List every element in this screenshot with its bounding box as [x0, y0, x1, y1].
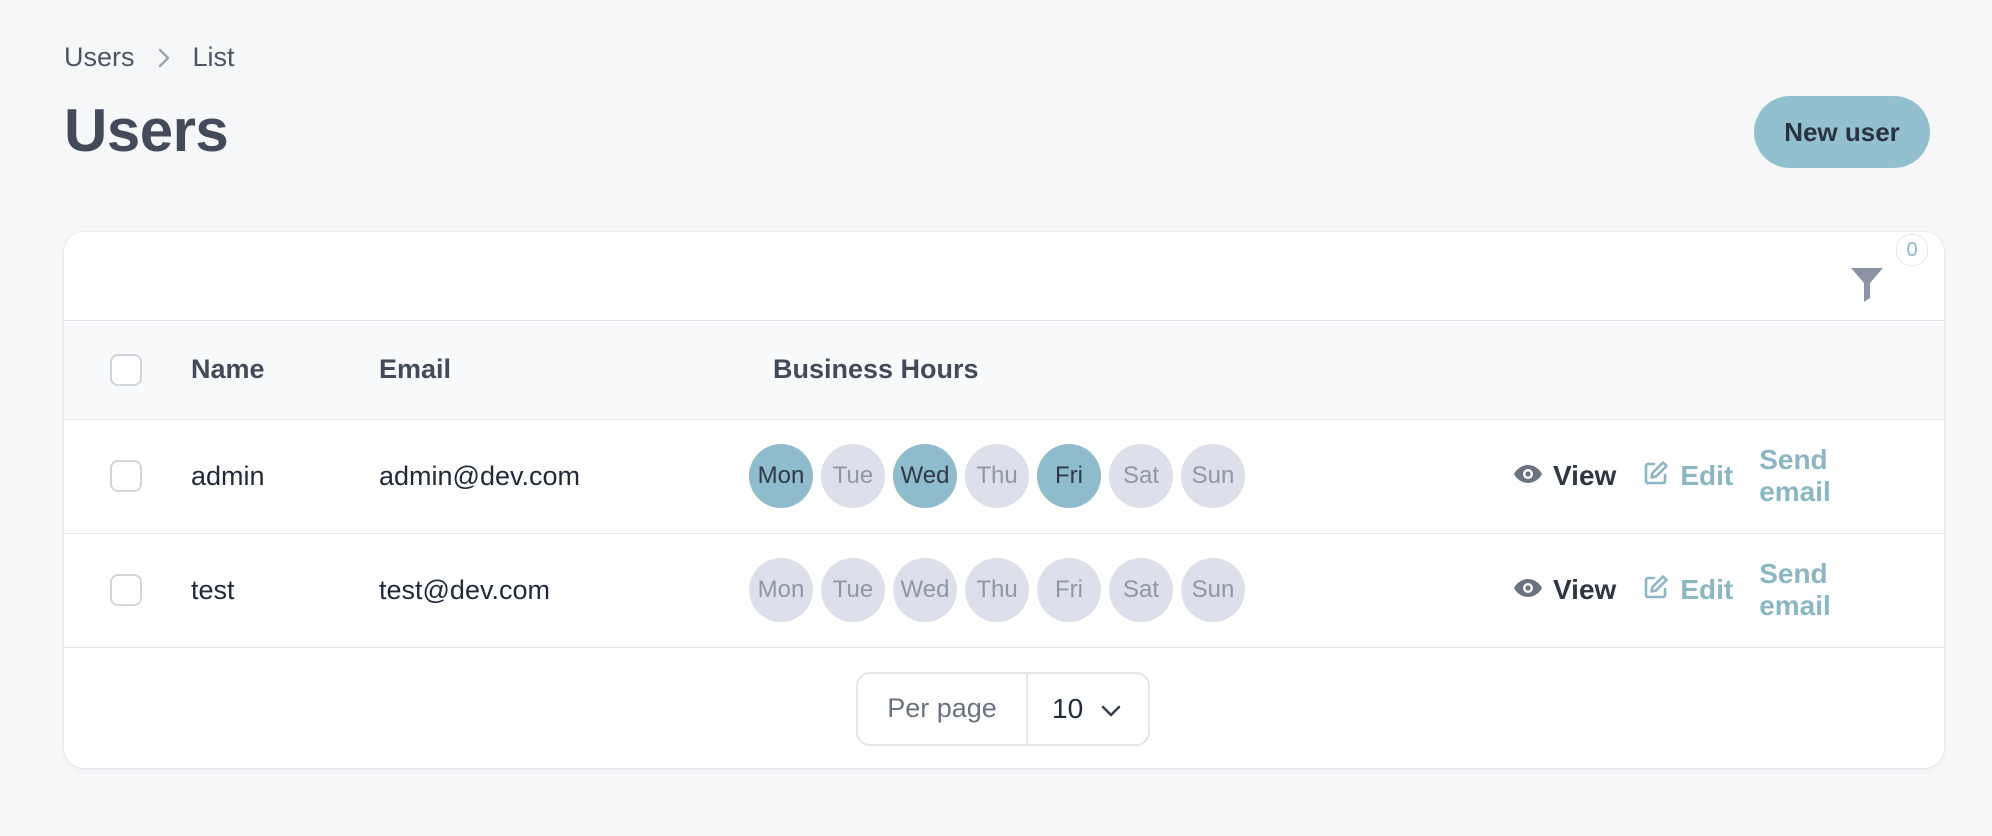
filter-count-badge: 0 — [1896, 234, 1928, 266]
table-header-row: Name Email Business Hours — [64, 321, 1944, 419]
pencil-square-icon — [1642, 459, 1670, 494]
per-page-select[interactable]: 10 — [1028, 674, 1148, 744]
day-badge: Sun — [1181, 558, 1245, 622]
view-label: View — [1553, 460, 1617, 491]
column-header-email[interactable]: Email — [379, 321, 773, 419]
day-badge: Sun — [1181, 444, 1245, 508]
day-badge: Tue — [821, 444, 885, 508]
chevron-right-icon — [157, 47, 171, 69]
day-badge: Sat — [1109, 444, 1173, 508]
column-header-name[interactable]: Name — [191, 321, 379, 419]
filter-button[interactable] — [1848, 254, 1894, 302]
day-badge: Tue — [821, 558, 885, 622]
day-badge: Mon — [749, 558, 813, 622]
view-label: View — [1553, 574, 1617, 605]
breadcrumb-item-users[interactable]: Users — [64, 42, 135, 73]
row-actions: View Edit Send email — [1513, 444, 1944, 508]
table-toolbar: 0 — [64, 232, 1944, 321]
per-page-control: Per page 10 — [856, 671, 1150, 746]
day-badge: Wed — [893, 558, 957, 622]
cell-email: test@dev.com — [379, 574, 550, 605]
day-badge: Fri — [1037, 558, 1101, 622]
breadcrumb-item-list: List — [192, 42, 235, 72]
new-user-button[interactable]: New user — [1754, 96, 1930, 168]
cell-name: test — [191, 574, 235, 605]
day-badge: Thu — [965, 558, 1029, 622]
eye-icon — [1513, 574, 1543, 606]
day-badge: Fri — [1037, 444, 1101, 508]
business-hours-days: Mon Tue Wed Thu Fri Sat Sun — [749, 444, 1513, 508]
eye-icon — [1513, 460, 1543, 492]
day-badge: Mon — [749, 444, 813, 508]
edit-label: Edit — [1680, 460, 1734, 491]
table-row: admin admin@dev.com Mon Tue Wed Thu Fri … — [64, 419, 1944, 533]
day-badge: Sat — [1109, 558, 1173, 622]
cell-email: admin@dev.com — [379, 460, 580, 491]
users-table: Name Email Business Hours admin admin@de… — [64, 321, 1944, 648]
edit-action[interactable]: Edit — [1642, 459, 1733, 494]
row-checkbox[interactable] — [110, 574, 142, 606]
view-action[interactable]: View — [1513, 574, 1616, 606]
breadcrumb: Users List — [64, 42, 235, 73]
row-actions: View Edit Send email — [1513, 558, 1944, 622]
users-list-page: Users List Users New user 0 Name Email B… — [0, 0, 1992, 836]
send-email-action[interactable]: Send email — [1759, 444, 1896, 508]
per-page-label: Per page — [858, 673, 1028, 744]
per-page-value: 10 — [1052, 692, 1084, 724]
column-header-business-hours[interactable]: Business Hours — [773, 321, 1513, 419]
cell-name: admin — [191, 460, 265, 491]
edit-label: Edit — [1680, 574, 1734, 605]
day-badge: Wed — [893, 444, 957, 508]
day-badge: Thu — [965, 444, 1029, 508]
users-table-card: 0 Name Email Business Hours admin admin@… — [64, 232, 1944, 768]
pencil-square-icon — [1642, 573, 1670, 608]
send-email-action[interactable]: Send email — [1759, 558, 1896, 622]
page-title: Users — [64, 97, 229, 164]
chevron-down-icon — [1100, 693, 1122, 725]
edit-action[interactable]: Edit — [1642, 573, 1733, 608]
select-all-checkbox[interactable] — [110, 353, 142, 386]
business-hours-days: Mon Tue Wed Thu Fri Sat Sun — [749, 558, 1513, 622]
table-footer: Per page 10 — [64, 648, 1944, 769]
table-row: test test@dev.com Mon Tue Wed Thu Fri Sa… — [64, 533, 1944, 647]
row-checkbox[interactable] — [110, 460, 142, 492]
view-action[interactable]: View — [1513, 460, 1616, 492]
